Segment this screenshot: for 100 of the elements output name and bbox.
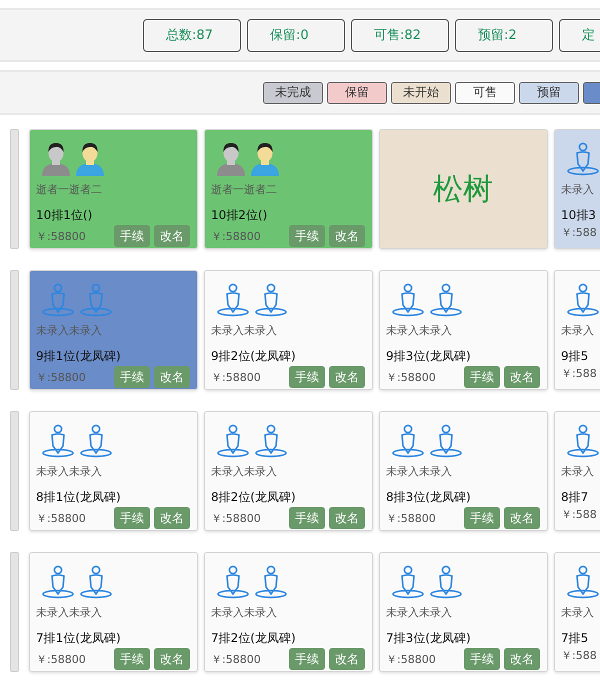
action-button[interactable]: 手续	[114, 507, 150, 529]
legend-item: 预留	[519, 82, 579, 104]
occupant-names: 未录入	[561, 464, 595, 479]
seat-position: 9排2位(龙凤碑)	[211, 348, 297, 365]
occupant-names: 未录入未录入	[211, 323, 278, 338]
action-button[interactable]: 手续	[464, 507, 500, 529]
occupant-names: 未录入未录入	[36, 323, 103, 338]
price-text: ￥:58800	[386, 510, 437, 526]
price-text: ￥:58800	[36, 510, 87, 526]
action-button[interactable]: 改名	[504, 366, 540, 388]
pin-person-icon	[253, 565, 289, 599]
seat-position: 9排3位(龙凤碑)	[386, 348, 472, 365]
action-button[interactable]: 改名	[504, 507, 540, 529]
seat-card[interactable]: 未录入 8排7 ￥:588	[554, 411, 600, 531]
price-text: ￥:588	[561, 225, 598, 240]
price-text: ￥:588	[561, 648, 598, 663]
pin-person-icon	[428, 424, 464, 458]
action-button[interactable]: 手续	[464, 648, 500, 670]
action-button[interactable]: 改名	[329, 225, 365, 247]
pin-person-icon	[40, 283, 76, 317]
price-text: ￥:58800	[36, 370, 87, 384]
seat-card[interactable]: 未录入未录入 7排2位(龙凤碑) ￥:58800 手续 改名	[204, 552, 373, 672]
price-text: ￥:588	[561, 507, 598, 522]
person-icon	[215, 142, 247, 176]
seat-card[interactable]: 未录入 7排5 ￥:588	[554, 552, 600, 672]
action-button[interactable]: 改名	[154, 507, 190, 529]
occupant-names: 未录入未录入	[386, 464, 453, 479]
action-button[interactable]: 手续	[114, 648, 150, 670]
action-button[interactable]: 改名	[154, 648, 190, 670]
action-button[interactable]: 手续	[289, 507, 325, 529]
occupant-names: 未录入未录入	[211, 605, 278, 620]
action-button[interactable]: 改名	[329, 648, 365, 670]
occupant-names: 未录入	[561, 182, 595, 197]
action-button[interactable]: 改名	[154, 225, 190, 247]
seat-card[interactable]: 未录入未录入 8排1位(龙凤碑) ￥:58800 手续 改名	[29, 411, 198, 531]
pin-person-icon	[40, 565, 76, 599]
action-button[interactable]: 改名	[329, 366, 365, 388]
stat-button[interactable]: 可售:82	[351, 18, 449, 52]
seat-card[interactable]: 未录入未录入 7排3位(龙凤碑) ￥:58800 手续 改名	[379, 552, 548, 672]
row-handle[interactable]	[10, 411, 19, 531]
row-handle[interactable]	[10, 270, 19, 390]
seat-card[interactable]: 未录入未录入 7排1位(龙凤碑) ￥:58800 手续 改名	[29, 552, 198, 672]
pin-person-icon	[565, 142, 600, 176]
price-text: ￥:58800	[211, 510, 262, 526]
occupant-names: 逝者一逝者二	[36, 182, 103, 197]
pin-person-icon	[78, 283, 114, 317]
seat-card[interactable]: 未录入未录入 8排3位(龙凤碑) ￥:58800 手续 改名	[379, 411, 548, 531]
seat-card[interactable]: 未录入未录入 8排2位(龙凤碑) ￥:58800 手续 改名	[204, 411, 373, 531]
person-icon	[249, 142, 281, 176]
seat-card[interactable]: 未录入未录入 9排2位(龙凤碑) ￥:58800 手续 改名	[204, 270, 373, 390]
occupant-names: 未录入未录入	[386, 323, 453, 338]
legend-item: 保留	[327, 82, 387, 104]
stat-button[interactable]: 总数:87	[143, 18, 241, 52]
action-button[interactable]: 手续	[289, 366, 325, 388]
tree-label: 松树	[433, 170, 493, 208]
person-icon	[74, 142, 106, 176]
action-button[interactable]: 手续	[464, 366, 500, 388]
occupant-names: 未录入	[561, 605, 595, 620]
stat-button[interactable]: 保留:0	[247, 18, 345, 52]
action-button[interactable]: 手续	[289, 648, 325, 670]
pin-person-icon	[215, 424, 251, 458]
occupant-names: 未录入	[561, 323, 595, 338]
action-button[interactable]: 改名	[329, 507, 365, 529]
action-button[interactable]: 改名	[504, 648, 540, 670]
row-handle[interactable]	[10, 552, 19, 672]
seat-position: 8排7	[561, 489, 590, 506]
price-text: ￥:58800	[211, 652, 262, 666]
legend-item: 未开始	[391, 82, 451, 104]
price-text: ￥:58800	[36, 652, 87, 666]
seat-card[interactable]: 逝者一逝者二 10排1位() ￥:58800 手续 改名	[29, 129, 198, 249]
seat-card[interactable]: 未录入 9排5 ￥:588	[554, 270, 600, 390]
seat-position: 7排1位(龙凤碑)	[36, 630, 122, 647]
seat-card[interactable]: 松树	[379, 129, 548, 249]
pin-person-icon	[565, 283, 600, 317]
seat-position: 7排3位(龙凤碑)	[386, 630, 472, 647]
seat-position: 10排2位()	[211, 207, 268, 224]
stat-button[interactable]: 预留:2	[455, 18, 553, 52]
seat-card[interactable]: 逝者一逝者二 10排2位() ￥:58800 手续 改名	[204, 129, 373, 249]
seat-position: 7排5	[561, 630, 590, 647]
seat-position: 10排3	[561, 207, 597, 224]
pin-person-icon	[390, 283, 426, 317]
row-handle[interactable]	[10, 129, 19, 249]
action-button[interactable]: 手续	[114, 225, 150, 247]
pin-person-icon	[565, 565, 600, 599]
seat-position: 10排1位()	[36, 207, 94, 224]
pin-person-icon	[253, 424, 289, 458]
person-icon	[40, 142, 72, 176]
seat-card[interactable]: 未录入未录入 9排3位(龙凤碑) ￥:58800 手续 改名	[379, 270, 548, 390]
pin-person-icon	[78, 424, 114, 458]
action-button[interactable]: 改名	[154, 366, 190, 388]
action-button[interactable]: 手续	[114, 366, 150, 388]
occupant-names: 逝者一逝者二	[211, 182, 278, 197]
price-text: ￥:588	[561, 366, 598, 381]
action-button[interactable]: 手续	[289, 225, 325, 247]
pin-person-icon	[40, 424, 76, 458]
seat-card[interactable]: 未录入未录入 9排1位(龙凤碑) ￥:58800 手续 改名	[29, 270, 198, 390]
seat-card[interactable]: 未录入 10排3 ￥:588	[554, 129, 600, 249]
stat-button[interactable]: 定	[559, 18, 600, 52]
pin-person-icon	[390, 565, 426, 599]
occupant-names: 未录入未录入	[211, 464, 278, 479]
